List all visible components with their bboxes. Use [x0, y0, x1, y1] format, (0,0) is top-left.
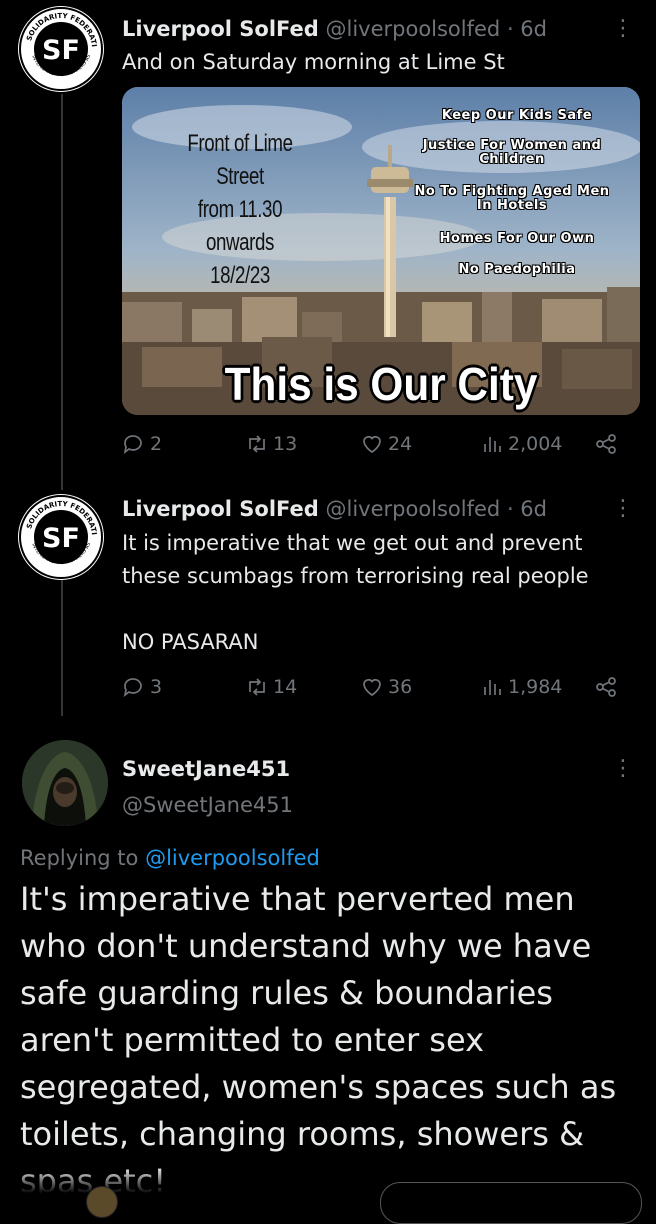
replying-to-link[interactable]: @liverpoolsolfed [145, 846, 320, 870]
share-button[interactable] [594, 432, 618, 456]
svg-text:SF: SF [42, 35, 80, 66]
tweet-image[interactable]: Front of Lime Street from 11.30 onwards … [122, 87, 640, 415]
reply-button[interactable]: 3 [122, 675, 162, 699]
reply-composer[interactable] [380, 1182, 642, 1224]
avatar[interactable] [22, 740, 108, 826]
retweet-count: 13 [273, 433, 298, 455]
more-icon[interactable]: ⋮ [612, 758, 634, 780]
reply-button[interactable]: 2 [122, 432, 162, 456]
like-icon [363, 436, 381, 454]
like-count: 24 [388, 433, 413, 455]
tweet-actions: 3 14 36 1,984 [122, 675, 622, 705]
like-button[interactable]: 36 [360, 675, 412, 699]
reply-icon [123, 678, 142, 698]
flyer-location-text: Front of Lime Street from 11.30 onwards … [187, 130, 293, 289]
tweet-actions: 2 13 24 2,004 [122, 432, 622, 462]
display-name[interactable]: SweetJane451 [122, 756, 290, 782]
svg-text:SF: SF [42, 523, 80, 554]
reply-count: 3 [150, 676, 163, 698]
timestamp[interactable]: · 6d [507, 497, 547, 521]
solfed-logo-icon: SOLIDARITY FEDERATION INTERNATIONAL WORK… [18, 494, 103, 579]
like-icon [363, 679, 381, 697]
thread-line [61, 94, 63, 490]
reply-icon [123, 435, 142, 455]
retweet-button[interactable]: 13 [245, 432, 297, 456]
views-button[interactable]: 1,984 [480, 675, 562, 699]
avatar[interactable]: SOLIDARITY FEDERATION INTERNATIONAL WORK… [18, 6, 104, 92]
flyer-slogan: No Paedophilia [458, 262, 576, 277]
retweet-button[interactable]: 14 [245, 675, 297, 699]
more-icon[interactable]: ⋮ [612, 498, 634, 520]
views-count: 1,984 [508, 676, 563, 698]
retweet-icon [249, 678, 265, 696]
retweet-icon [249, 435, 265, 453]
views-button[interactable]: 2,004 [480, 432, 562, 456]
handle[interactable]: @SweetJane451 [122, 792, 293, 818]
replying-to: Replying to @liverpoolsolfed [20, 846, 320, 870]
share-icon [596, 677, 616, 697]
hooded-figure-icon [22, 740, 108, 826]
views-icon [484, 680, 501, 695]
handle[interactable]: @liverpoolsolfed [325, 17, 500, 41]
share-button[interactable] [594, 675, 618, 699]
like-button[interactable]: 24 [360, 432, 412, 456]
like-count: 36 [388, 676, 413, 698]
flyer-slogan: Justice For Women and Children [422, 138, 602, 167]
tweet-header: Liverpool SolFed @liverpoolsolfed · 6d [122, 496, 547, 522]
thread-line [61, 576, 63, 716]
views-icon [484, 437, 501, 452]
avatar[interactable]: SOLIDARITY FEDERATION INTERNATIONAL WORK… [18, 494, 104, 580]
handle[interactable]: @liverpoolsolfed [325, 497, 500, 521]
reply-text: It's imperative that perverted men who d… [20, 880, 617, 1200]
flyer-slogan: Homes For Our Own [439, 231, 595, 246]
tweet-text: And on Saturday morning at Lime St [122, 50, 505, 74]
display-name[interactable]: Liverpool SolFed [122, 17, 319, 41]
flyer-caption: This is Our City [224, 358, 538, 410]
retweet-count: 14 [273, 676, 298, 698]
tweet-text: It is imperative that we get out and pre… [122, 531, 589, 654]
display-name[interactable]: Liverpool SolFed [122, 497, 319, 521]
share-icon [596, 434, 616, 454]
more-icon[interactable]: ⋮ [612, 18, 634, 40]
composer-avatar[interactable] [86, 1186, 118, 1218]
solfed-logo-icon: SOLIDARITY FEDERATION INTERNATIONAL WORK… [18, 6, 103, 91]
timestamp[interactable]: · 6d [507, 17, 547, 41]
flyer-slogan: Keep Our Kids Safe [441, 108, 593, 123]
reply-count: 2 [150, 433, 163, 455]
views-count: 2,004 [508, 433, 563, 455]
tweet-header: Liverpool SolFed @liverpoolsolfed · 6d [122, 16, 547, 42]
flyer-slogan: No To Fighting Aged Men In Hotels [414, 184, 610, 213]
